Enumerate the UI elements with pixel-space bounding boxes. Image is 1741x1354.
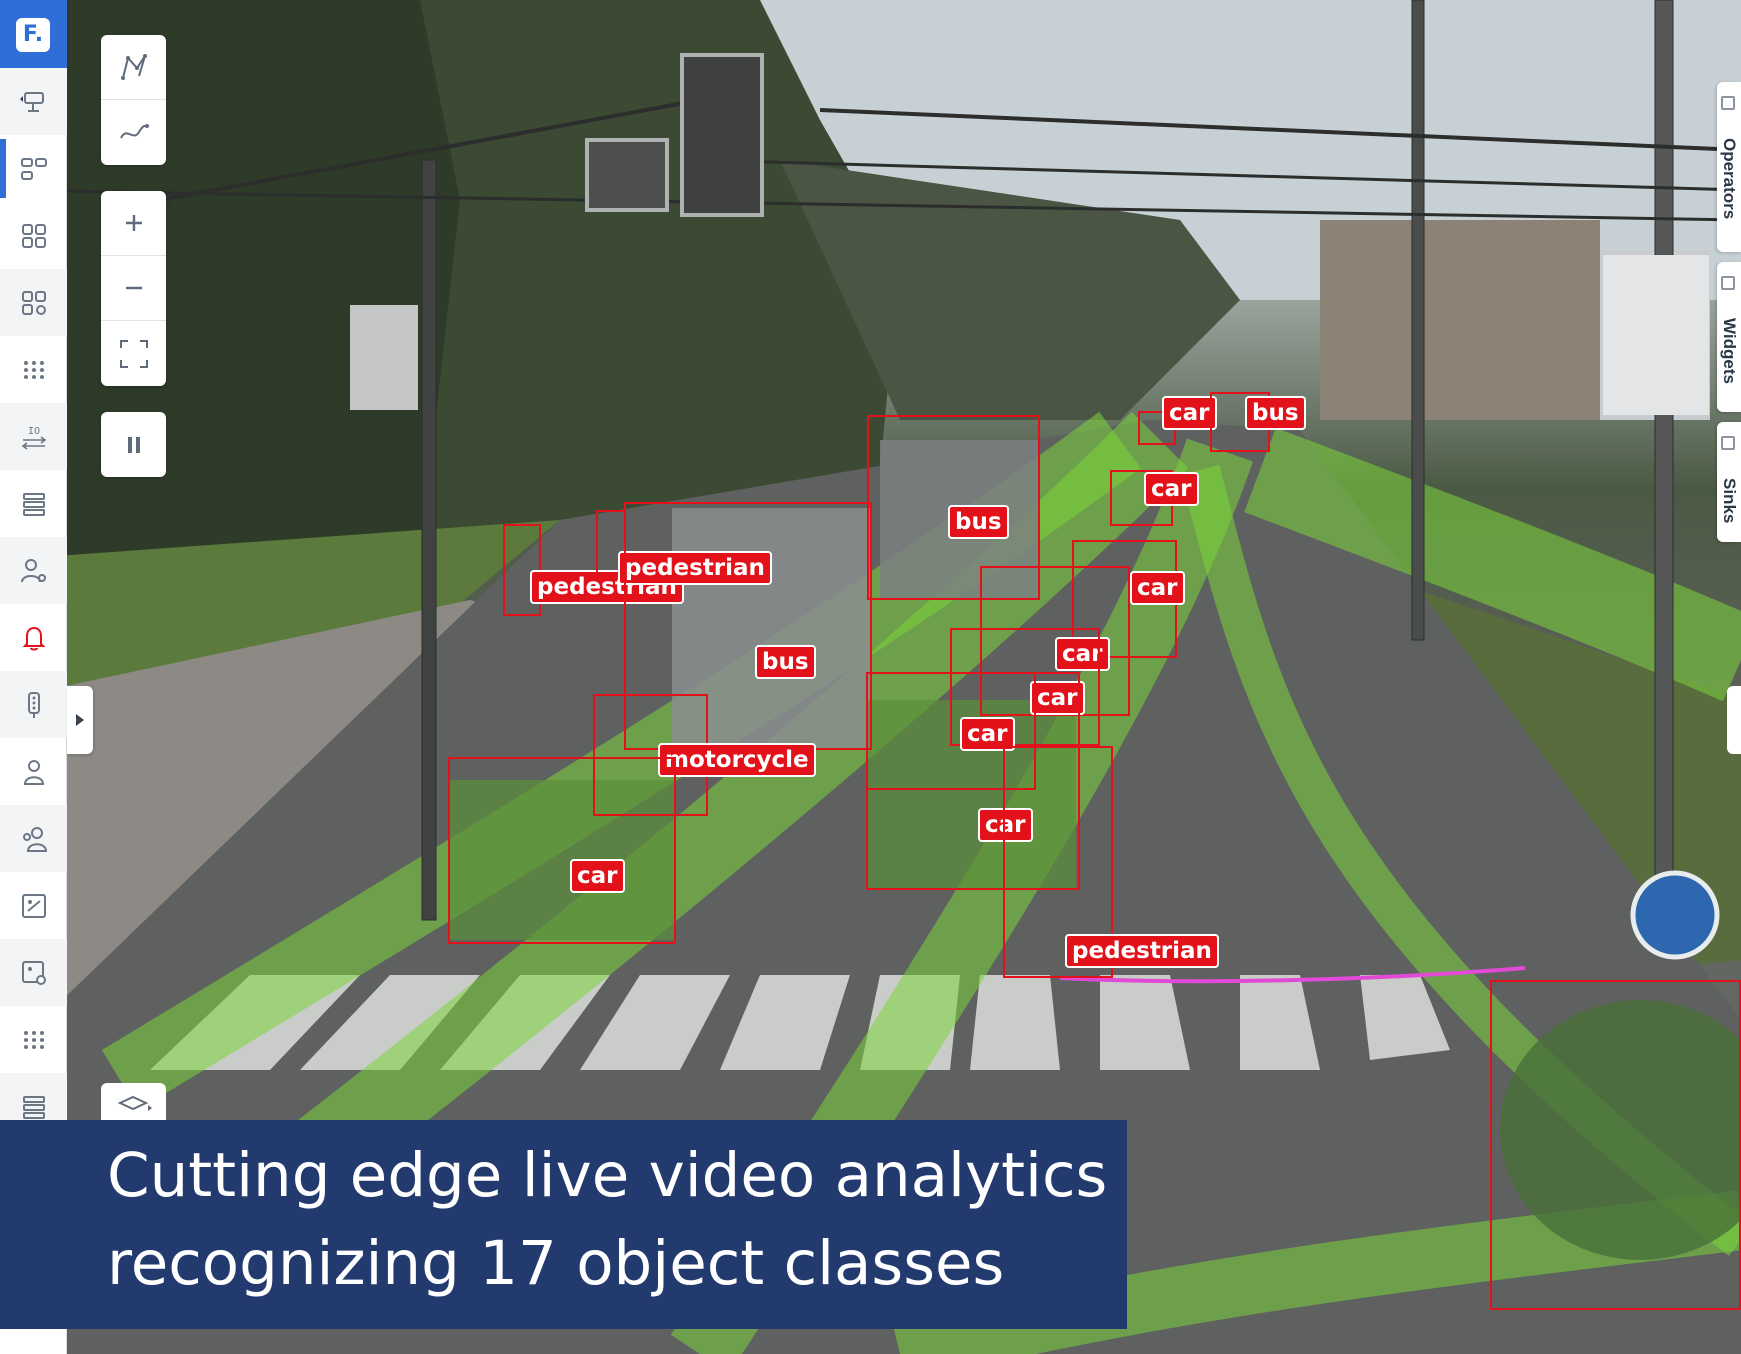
sinks-icon [1721, 436, 1735, 450]
fullscreen-icon [119, 339, 148, 368]
sidebar-item-map-settings[interactable] [0, 939, 67, 1006]
detection-box[interactable] [1490, 980, 1741, 1310]
right-panel-expand-button[interactable] [1727, 686, 1741, 754]
grid-settings-icon [21, 290, 46, 315]
tab-operators[interactable]: Operators [1717, 82, 1741, 252]
line-draw-icon [119, 123, 149, 139]
people-icon [22, 826, 47, 852]
list-icon [22, 492, 45, 516]
sidebar-item-people[interactable] [0, 805, 67, 872]
caption-line: recognizing 17 object classes [107, 1228, 1005, 1299]
sidebar-item-dots-2[interactable] [0, 1006, 67, 1073]
sidebar-item-map[interactable] [0, 872, 67, 939]
user-settings-icon [20, 558, 46, 582]
sidebar-item-person[interactable] [0, 738, 67, 805]
logo-mark: F. [16, 18, 50, 52]
sidebar-item-grid-settings[interactable] [0, 269, 67, 336]
camera-settings-icon [19, 91, 44, 112]
widgets-icon [1721, 276, 1735, 290]
sidebar-item-grid[interactable] [0, 202, 67, 269]
chevron-right-icon [76, 714, 84, 726]
polygon-draw-button[interactable] [101, 35, 166, 100]
draw-tools [101, 35, 166, 165]
sidebar-item-dots[interactable] [0, 336, 67, 403]
polygon-draw-icon [120, 54, 147, 80]
sidebar-item-traffic[interactable] [0, 671, 67, 738]
sidebar-item-users[interactable] [0, 537, 67, 604]
detection-label: bus [948, 505, 1009, 539]
tab-label: Sinks [1720, 478, 1739, 524]
fullscreen-button[interactable] [101, 321, 166, 386]
dots-grid-icon [23, 1030, 44, 1049]
sidebar-item-scenario[interactable] [0, 135, 67, 202]
sidebar-item-camera[interactable] [0, 68, 67, 135]
caption-line: Cutting edge live video analytics [107, 1140, 1108, 1211]
playback-tools [101, 412, 166, 477]
map-icon [21, 893, 46, 918]
zoom-out-icon [125, 286, 142, 290]
dots-grid-icon [23, 360, 44, 379]
tab-sinks[interactable]: Sinks [1717, 422, 1741, 542]
detection-label: car [1130, 571, 1185, 605]
app-logo[interactable]: F. [0, 0, 67, 68]
person-icon [23, 759, 44, 785]
sidebar-item-list[interactable] [0, 470, 67, 537]
layers-button[interactable] [101, 1083, 166, 1123]
detection-label: motorcycle [658, 743, 816, 777]
detection-label: car [570, 859, 625, 893]
svg-text:IO: IO [28, 426, 40, 437]
sidebar-expand-button[interactable] [67, 686, 93, 754]
detection-label: bus [1245, 396, 1306, 430]
caption-banner: Cutting edge live video analytics recogn… [0, 1120, 1127, 1329]
grid-icon [21, 223, 46, 248]
zoom-in-button[interactable] [101, 191, 166, 256]
tab-label: Operators [1720, 138, 1739, 220]
io-transfer-icon: IO [21, 426, 46, 450]
tab-label: Widgets [1720, 318, 1739, 384]
bell-icon [22, 626, 45, 650]
list-icon [22, 1095, 45, 1119]
layers-icon [117, 1095, 152, 1111]
scenario-graph-icon [20, 157, 47, 180]
pause-icon [127, 436, 140, 453]
detection-label: car [1162, 396, 1217, 430]
sidebar-item-alerts[interactable] [0, 604, 67, 671]
operators-icon [1721, 96, 1735, 110]
detection-label: bus [755, 645, 816, 679]
line-draw-button[interactable] [101, 100, 166, 165]
detection-label: pedestrian [1065, 934, 1219, 968]
pause-button[interactable] [101, 412, 166, 477]
zoom-tools [101, 191, 166, 386]
sidebar-item-io[interactable]: IO [0, 403, 67, 470]
zoom-out-button[interactable] [101, 256, 166, 321]
detection-box[interactable] [448, 757, 676, 944]
tab-widgets[interactable]: Widgets [1717, 262, 1741, 412]
detection-label: car [1144, 472, 1199, 506]
map-settings-icon [21, 960, 46, 985]
zoom-in-icon [125, 215, 142, 231]
traffic-light-icon [27, 691, 40, 718]
